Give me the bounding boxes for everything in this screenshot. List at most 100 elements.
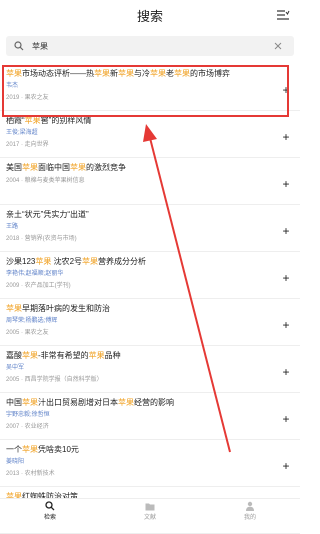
title-text: 面临中国 <box>38 163 70 172</box>
result-title: 美国苹果面临中国苹果的激烈竞争 <box>6 162 276 174</box>
result-title: 中国苹果汁出口贸易剧增对日本苹果经营的影响 <box>6 397 276 409</box>
result-item[interactable]: 沙果123苹果 沈农2号苹果营养成分分析 李艳伟;赵福顺;赵丽华 2009 · 农产… <box>0 252 300 299</box>
result-item[interactable]: 亲土“状元”凭实力“出道” 王路 2018 · 营销界(农资与市场) + <box>0 205 300 252</box>
result-author[interactable]: 王路 <box>6 223 294 232</box>
keyword-highlight: 苹果 <box>118 69 134 78</box>
result-item[interactable]: 栖霞“苹果窖”的别样风情王俊;梁海超 2017 · 走向世界 + <box>0 111 300 158</box>
add-icon[interactable]: + <box>280 178 292 190</box>
title-text: 美国 <box>6 163 22 172</box>
result-author[interactable]: 吴中军 <box>6 364 294 373</box>
search-query: 苹果 <box>32 41 48 51</box>
result-title: 栖霞“苹果窖”的别样风情 <box>6 115 276 127</box>
title-text: 早期落叶病的发生和防治 <box>22 304 110 313</box>
title-text: -非常有希望的 <box>38 351 89 360</box>
result-source: 2009 · 农产品加工(学刊) <box>6 283 71 289</box>
keyword-highlight: 苹果 <box>118 398 134 407</box>
result-title: 沙果123苹果 沈农2号苹果营养成分分析 <box>6 256 276 268</box>
filter-icon[interactable] <box>276 9 290 21</box>
keyword-highlight: 苹果 <box>22 398 38 407</box>
result-item[interactable]: 中国苹果汁出口贸易剧增对日本苹果经营的影响 宇野忠毅;徐哲恒 2007 · 农业经济… <box>0 393 300 440</box>
title-text: 新 <box>110 69 118 78</box>
keyword-highlight: 苹果 <box>94 69 110 78</box>
result-item[interactable]: 一个苹果凭啥卖10元姜晓阳 2013 · 农村新技术 + <box>0 440 300 487</box>
result-source: 2018 · 营销界(农资与市场) <box>6 236 77 242</box>
result-list: 苹果市场动态评析——热苹果新苹果与冷苹果老苹果的市场博弈 韦杰 2019 · 果农之… <box>0 64 300 534</box>
result-source: 2013 · 农村新技术 <box>6 471 55 477</box>
result-source: 2017 · 走向世界 <box>6 142 49 148</box>
title-text: 汁出口贸易剧增对日本 <box>38 398 118 407</box>
result-item[interactable]: 美国苹果面临中国苹果的激烈竞争 2004 · 粮棉与麦类苹果树信息 + <box>0 158 300 205</box>
add-icon[interactable]: + <box>280 319 292 331</box>
add-icon[interactable]: + <box>280 413 292 425</box>
title-text: 市场动态评析——热 <box>22 69 94 78</box>
title-text: 的市场博弈 <box>190 69 230 78</box>
keyword-highlight: 苹果 <box>6 69 22 78</box>
add-icon[interactable]: + <box>280 272 292 284</box>
title-text: 一个 <box>6 445 22 454</box>
keyword-highlight: 苹果 <box>6 304 22 313</box>
keyword-highlight: 苹果 <box>82 257 99 266</box>
tab-profile[interactable]: 我的 <box>200 499 300 523</box>
result-source: 2019 · 果农之友 <box>6 95 49 101</box>
keyword-highlight: 苹果 <box>174 69 190 78</box>
result-source: 2004 · 粮棉与麦类苹果树信息 <box>6 178 85 184</box>
keyword-highlight: 苹果 <box>22 163 38 172</box>
search-icon <box>45 501 55 511</box>
result-author[interactable]: 韦杰 <box>6 82 294 91</box>
result-title: 苹果市场动态评析——热苹果新苹果与冷苹果老苹果的市场博弈 <box>6 68 276 80</box>
result-author[interactable]: 李艳伟;赵福顺;赵丽华 <box>6 270 294 279</box>
title-text: 营养成分分析 <box>98 257 147 266</box>
header: 搜索 <box>0 0 300 30</box>
person-icon <box>245 501 255 511</box>
add-icon[interactable]: + <box>280 366 292 378</box>
page-title: 搜索 <box>136 8 163 24</box>
keyword-highlight: 苹果 <box>88 351 105 360</box>
result-source: 2007 · 农业经济 <box>6 424 49 430</box>
tab-label: 我的 <box>243 515 256 521</box>
result-source: 2005 · 西昌学院学报（自然科学版） <box>6 377 103 383</box>
tab-documents[interactable]: 文献 <box>100 499 200 523</box>
title-text: 品种 <box>104 351 121 360</box>
search-input[interactable]: 苹果 <box>6 36 294 56</box>
add-icon[interactable]: + <box>280 131 292 143</box>
title-text: 经营的影响 <box>134 398 174 407</box>
title-text: 沈农2号 <box>51 257 83 266</box>
title-text: 栖霞“ <box>6 116 25 125</box>
result-author[interactable]: 姜晓阳 <box>6 458 294 467</box>
add-icon[interactable]: + <box>280 84 292 96</box>
result-title: 苹果早期落叶病的发生和防治 <box>6 303 276 315</box>
result-author[interactable]: 宇野忠毅;徐哲恒 <box>6 411 294 420</box>
result-source: 2005 · 果农之友 <box>6 330 49 336</box>
keyword-highlight: 苹果 <box>35 257 52 266</box>
keyword-highlight: 苹果 <box>24 116 41 125</box>
tab-label: 检索 <box>43 515 56 521</box>
result-item[interactable]: 苹果市场动态评析——热苹果新苹果与冷苹果老苹果的市场博弈 韦杰 2019 · 果农之… <box>0 64 300 111</box>
title-text: 的激烈竞争 <box>86 163 126 172</box>
title-text: 中国 <box>6 398 22 407</box>
add-icon[interactable]: + <box>280 225 292 237</box>
result-title: 嘉酸苹果-非常有希望的苹果品种 <box>6 350 276 362</box>
result-title: 一个苹果凭啥卖10元 <box>6 444 276 456</box>
title-text: 沙果123 <box>6 257 36 266</box>
title-text: 凭啥卖10元 <box>38 445 79 454</box>
title-text: 窖”的别样风情 <box>40 116 92 125</box>
title-text: 老 <box>166 69 174 78</box>
add-icon[interactable]: + <box>280 460 292 472</box>
keyword-highlight: 苹果 <box>22 351 38 360</box>
search-icon <box>14 39 28 53</box>
tab-search[interactable]: 检索 <box>0 499 100 523</box>
result-author[interactable]: 周琴荣;杨鹏选;傅辉 <box>6 317 294 326</box>
result-title: 亲土“状元”凭实力“出道” <box>6 209 276 221</box>
result-item[interactable]: 苹果早期落叶病的发生和防治周琴荣;杨鹏选;傅辉 2005 · 果农之友 + <box>0 299 300 346</box>
title-text: 与冷 <box>134 69 150 78</box>
keyword-highlight: 苹果 <box>150 69 166 78</box>
title-text: 嘉酸 <box>6 351 22 360</box>
result-author[interactable]: 王俊;梁海超 <box>6 129 294 138</box>
folder-icon <box>145 501 155 511</box>
tab-bar: 检索 文献 我的 <box>0 498 300 523</box>
keyword-highlight: 苹果 <box>22 445 38 454</box>
tab-label: 文献 <box>143 515 156 521</box>
result-item[interactable]: 嘉酸苹果-非常有希望的苹果品种 吴中军 2005 · 西昌学院学报（自然科学版） + <box>0 346 300 393</box>
clear-icon[interactable] <box>272 40 284 52</box>
keyword-highlight: 苹果 <box>70 163 86 172</box>
